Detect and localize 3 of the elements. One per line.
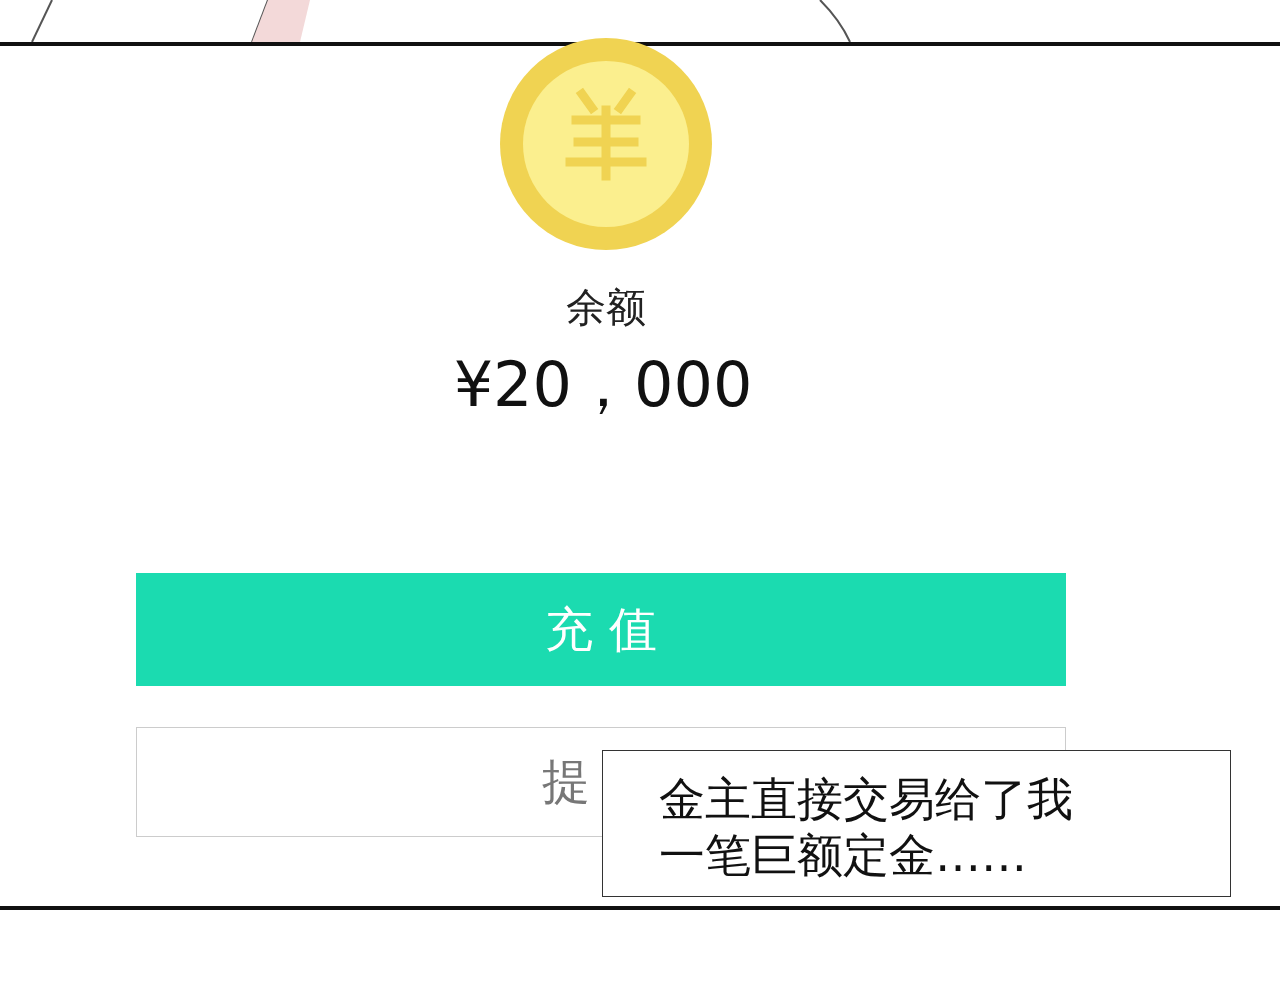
balance-label: 余额 <box>566 283 646 332</box>
coin-icon <box>500 38 712 250</box>
balance-amount: ¥20，000 <box>453 347 753 423</box>
